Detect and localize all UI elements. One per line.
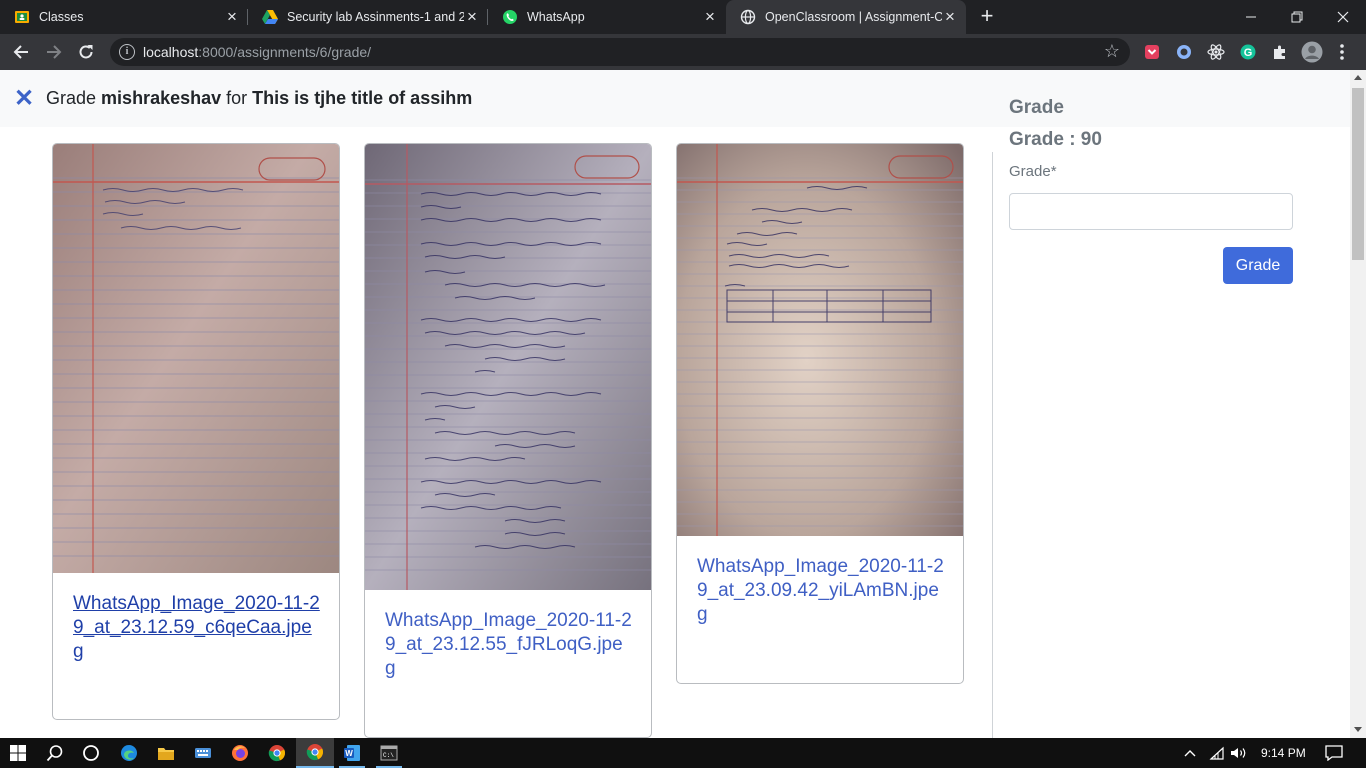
attachment-link[interactable]: WhatsApp_Image_2020-11-29_at_23.09.42_yi…: [697, 555, 945, 627]
task-view-icon[interactable]: [72, 738, 110, 768]
pocket-extension-icon[interactable]: [1143, 43, 1161, 61]
close-tab-icon[interactable]: ×: [224, 8, 240, 25]
svg-text:C:\: C:\: [383, 752, 394, 759]
close-icon[interactable]: ✕: [14, 84, 34, 113]
attachment-link[interactable]: WhatsApp_Image_2020-11-29_at_23.12.55_fJ…: [385, 609, 633, 681]
svg-text:G: G: [1244, 47, 1253, 59]
scroll-down-icon[interactable]: [1354, 727, 1362, 732]
puzzle-extensions-icon[interactable]: [1271, 43, 1289, 61]
url-host: localhost: [143, 44, 199, 60]
assignment-title: This is tjhe title of assihm: [252, 88, 473, 108]
scroll-up-icon[interactable]: [1354, 75, 1362, 80]
tab-security-lab[interactable]: Security lab Assinments-1 and 2.d ×: [248, 0, 488, 34]
title-for: for: [226, 88, 248, 108]
attachment-preview-image[interactable]: [677, 144, 963, 536]
browser-toolbar: i localhost:8000/assignments/6/grade/ ☆ …: [0, 34, 1366, 70]
attachment-link[interactable]: WhatsApp_Image_2020-11-29_at_23.12.59_c6…: [73, 592, 321, 664]
url-path: :8000/assignments/6/grade/: [198, 44, 372, 60]
tab-openclassroom[interactable]: OpenClassroom | Assignment-Cr ×: [726, 0, 966, 34]
url-text: localhost:8000/assignments/6/grade/: [143, 44, 371, 60]
react-devtools-icon[interactable]: [1207, 43, 1225, 61]
page-title: Grade mishrakeshav for This is tjhe titl…: [46, 88, 472, 109]
google-drive-icon: [262, 9, 278, 25]
reload-icon[interactable]: [74, 40, 98, 64]
globe-icon: [740, 9, 756, 25]
svg-text:W: W: [345, 749, 353, 758]
student-name: mishrakeshav: [101, 88, 222, 108]
scrollbar-thumb[interactable]: [1352, 88, 1364, 260]
tab-whatsapp[interactable]: WhatsApp ×: [488, 0, 726, 34]
bookmark-star-icon[interactable]: ☆: [1104, 41, 1120, 62]
attachment-card: WhatsApp_Image_2020-11-29_at_23.09.42_yi…: [676, 143, 964, 684]
address-bar[interactable]: i localhost:8000/assignments/6/grade/ ☆: [110, 38, 1130, 66]
attachment-preview-image[interactable]: [365, 144, 651, 590]
keyboard-icon[interactable]: [184, 738, 222, 768]
grade-input[interactable]: [1009, 193, 1293, 230]
firefox-icon[interactable]: [221, 738, 259, 768]
show-hidden-icons-icon[interactable]: [1183, 738, 1197, 768]
grade-submit-button[interactable]: Grade: [1223, 247, 1293, 284]
windows-taskbar: W C:\ 9:14 PM: [0, 738, 1366, 768]
tab-title: WhatsApp: [527, 10, 585, 24]
file-explorer-icon[interactable]: [147, 738, 185, 768]
menu-kebab-icon[interactable]: [1333, 43, 1351, 61]
close-tab-icon[interactable]: ×: [702, 8, 718, 25]
panel-divider: [992, 152, 993, 738]
close-tab-icon[interactable]: ×: [464, 8, 480, 25]
chrome-icon[interactable]: [258, 738, 296, 768]
start-icon[interactable]: [0, 738, 36, 768]
word-icon[interactable]: W: [333, 738, 371, 768]
cmd-icon[interactable]: C:\: [370, 738, 408, 768]
info-icon[interactable]: i: [119, 44, 135, 60]
current-grade: Grade : 90: [1009, 129, 1102, 150]
chrome-active-icon[interactable]: [296, 738, 334, 768]
new-tab-icon[interactable]: +: [976, 5, 998, 28]
grade-page-header: ✕ Grade mishrakeshav for This is tjhe ti…: [0, 70, 1350, 127]
extension-circle-icon[interactable]: [1175, 43, 1193, 61]
whatsapp-icon: [502, 9, 518, 25]
grammarly-icon[interactable]: G: [1239, 43, 1257, 61]
grade-field-label: Grade*: [1009, 163, 1057, 180]
page-scrollbar[interactable]: [1350, 70, 1366, 738]
search-icon[interactable]: [36, 738, 74, 768]
edge-icon[interactable]: [110, 738, 148, 768]
tab-title: Classes: [39, 10, 84, 24]
close-tab-icon[interactable]: ×: [942, 8, 958, 25]
attachment-card: WhatsApp_Image_2020-11-29_at_23.12.59_c6…: [52, 143, 340, 720]
attachment-preview-image[interactable]: [53, 144, 339, 573]
close-window-icon[interactable]: [1320, 0, 1366, 34]
classroom-icon: [14, 9, 30, 25]
tab-title: Security lab Assinments-1 and 2.d: [287, 10, 464, 24]
page-content: ✕ Grade mishrakeshav for This is tjhe ti…: [0, 70, 1350, 738]
notifications-icon[interactable]: [1325, 738, 1343, 768]
grade-panel-title: Grade: [1009, 97, 1064, 118]
clock[interactable]: 9:14 PM: [1261, 738, 1306, 768]
back-arrow-icon[interactable]: [9, 40, 33, 64]
tab-classes[interactable]: Classes ×: [0, 0, 248, 34]
attachment-card: WhatsApp_Image_2020-11-29_at_23.12.55_fJ…: [364, 143, 652, 738]
volume-icon[interactable]: [1230, 738, 1248, 768]
restore-icon[interactable]: [1274, 0, 1320, 34]
profile-avatar-icon[interactable]: [1301, 41, 1323, 63]
browser-tab-strip: Classes × Security lab Assinments-1 and …: [0, 0, 1366, 34]
minimize-icon[interactable]: [1228, 0, 1274, 34]
forward-arrow-icon[interactable]: [42, 40, 66, 64]
tab-title: OpenClassroom | Assignment-Cr: [765, 10, 942, 24]
title-prefix: Grade: [46, 88, 97, 108]
wifi-icon[interactable]: [1209, 738, 1225, 768]
